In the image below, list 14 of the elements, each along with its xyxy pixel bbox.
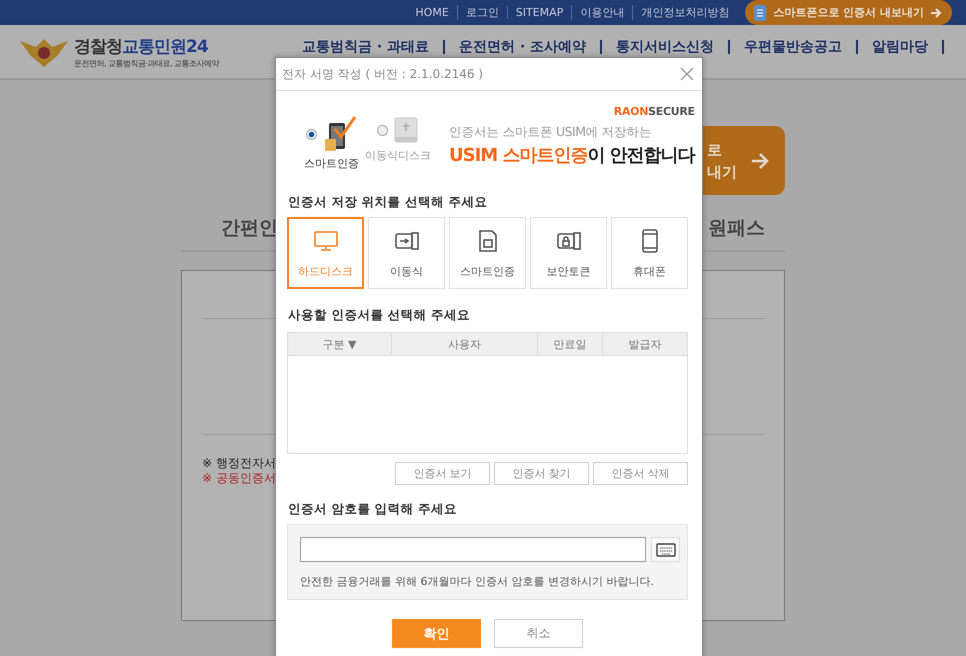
section-title: 인증서 암호를 입력해 주세요 bbox=[288, 501, 458, 518]
notice-text: ※ 행정전자서 bbox=[202, 456, 276, 471]
section-title: 사용할 인증서를 선택해 주세요 bbox=[288, 307, 472, 324]
brand-logo: RAONSECURE bbox=[614, 105, 695, 118]
password-note: 안전한 금융거래를 위해 6개월마다 인증서 암호를 변경하시기 바랍니다. bbox=[300, 574, 655, 589]
banner-headline: USIM 스마트인증이 안전합니다 bbox=[449, 144, 695, 167]
section-heading: 원패스 bbox=[708, 216, 765, 241]
section-heading: 간편인 bbox=[221, 216, 278, 241]
logo-title: 경찰청교통민원24 bbox=[74, 36, 209, 58]
banner-text: 인증서는 스마트폰 USIM에 저장하는 bbox=[449, 124, 652, 141]
dialog-title: 전자 서명 작성 ( 버전 : 2.1.0.2146 ) bbox=[282, 66, 483, 82]
logo-subtitle: 운전면허, 교통범칙금·과태료, 교통조사예약 bbox=[74, 58, 220, 68]
section-title: 인증서 저장 위치를 선택해 주세요 bbox=[288, 194, 488, 211]
notice-text: ※ 공동인증서 bbox=[202, 471, 276, 486]
